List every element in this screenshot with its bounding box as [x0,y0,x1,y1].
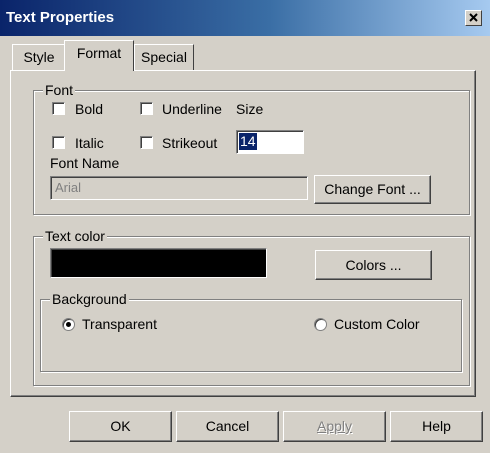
close-button[interactable] [465,10,482,26]
strikeout-label: Strikeout [162,135,218,151]
tab-style-label: Style [23,49,55,65]
italic-label: Italic [75,135,104,151]
radio-dot-icon [66,322,71,327]
size-input[interactable]: 14 [236,130,304,154]
tab-special[interactable]: Special [134,44,194,70]
close-icon [469,13,478,22]
custom-color-radio[interactable] [314,318,327,331]
colors-button[interactable]: Colors ... [315,250,432,280]
font-name-label: Font Name [50,155,120,171]
apply-button[interactable]: Apply [283,411,386,442]
font-name-value: Arial [55,180,82,195]
background-group [40,299,462,372]
text-color-legend: Text color [43,228,107,244]
text-color-swatch [50,248,267,278]
size-value: 14 [239,133,257,150]
change-font-button[interactable]: Change Font ... [314,175,431,204]
italic-checkbox[interactable] [52,136,65,149]
size-label: Size [236,101,264,117]
transparent-label: Transparent [82,316,157,332]
apply-button-label: Apply [316,418,353,434]
background-legend: Background [50,291,129,307]
cancel-button[interactable]: Cancel [176,411,279,442]
bold-checkbox[interactable] [52,102,65,115]
help-button-label: Help [422,418,451,434]
font-name-field[interactable]: Arial [50,176,308,200]
window-title: Text Properties [6,9,115,26]
tab-special-label: Special [141,49,187,65]
underline-checkbox[interactable] [140,102,153,115]
tab-format-label: Format [76,45,122,61]
font-group-legend: Font [43,82,76,98]
transparent-radio[interactable] [62,318,75,331]
ok-button[interactable]: OK [69,411,172,442]
colors-button-label: Colors ... [345,257,402,273]
tab-format[interactable]: Format [64,40,134,71]
title-bar[interactable]: Text Properties [0,0,490,36]
tab-style[interactable]: Style [12,44,66,70]
help-button[interactable]: Help [390,411,483,442]
cancel-button-label: Cancel [205,418,250,434]
ok-button-label: OK [110,418,131,434]
bold-label: Bold [75,101,104,117]
strikeout-checkbox[interactable] [140,136,153,149]
custom-color-label: Custom Color [334,316,420,332]
change-font-label: Change Font ... [324,181,421,197]
underline-label: Underline [162,101,222,117]
